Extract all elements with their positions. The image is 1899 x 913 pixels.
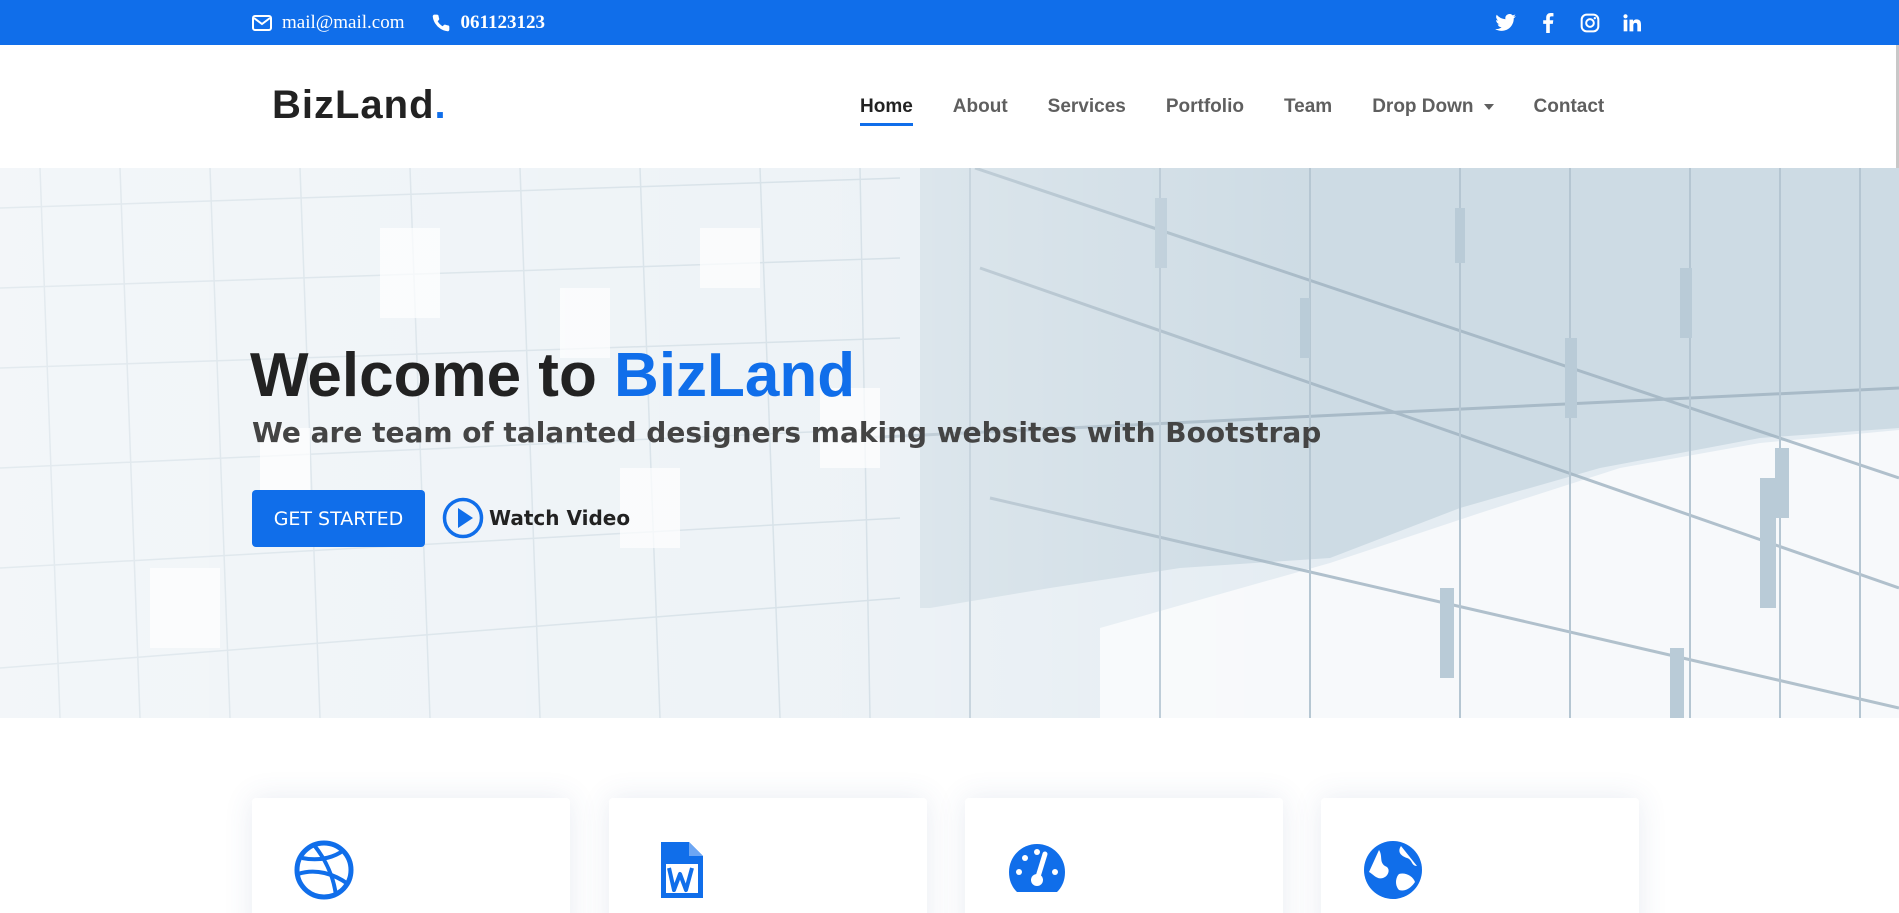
nav-services[interactable]: Services: [1048, 88, 1126, 126]
hero-title-brand: BizLand: [614, 341, 856, 410]
contact-info: mail@mail.com 061123123: [252, 0, 571, 45]
logo-dot: .: [434, 83, 447, 127]
dribbble-icon: [294, 840, 354, 900]
phone-text[interactable]: 061123123: [461, 12, 545, 34]
nav-dropdown[interactable]: Drop Down: [1372, 88, 1494, 126]
nav-about[interactable]: About: [953, 88, 1008, 126]
play-circle-icon: [442, 497, 484, 539]
facebook-icon[interactable]: [1536, 11, 1560, 35]
featured-services: [0, 718, 1899, 913]
nav-team[interactable]: Team: [1284, 88, 1332, 126]
nav-contact[interactable]: Contact: [1534, 88, 1605, 126]
site-header: BizLand. Home About Services Portfolio T…: [0, 45, 1899, 168]
nav-dropdown-label: Drop Down: [1372, 95, 1474, 117]
get-started-button[interactable]: GET STARTED: [252, 490, 425, 547]
main-nav: Home About Services Portfolio Team Drop …: [860, 45, 1644, 168]
phone-contact[interactable]: 061123123: [431, 12, 545, 34]
hero-section: Welcome to BizLand We are team of talant…: [0, 168, 1899, 718]
envelope-icon: [252, 14, 272, 31]
linkedin-icon[interactable]: [1620, 11, 1644, 35]
social-links: [1494, 0, 1662, 45]
email-contact[interactable]: mail@mail.com: [252, 12, 405, 34]
hero-title: Welcome to BizLand: [250, 340, 855, 411]
hero-title-prefix: Welcome to: [250, 341, 615, 410]
service-card[interactable]: [1321, 798, 1639, 913]
twitter-icon[interactable]: [1494, 11, 1518, 35]
speedometer-icon: [1009, 844, 1065, 892]
email-text[interactable]: mail@mail.com: [282, 12, 405, 34]
globe-icon: [1364, 841, 1422, 899]
service-card[interactable]: [965, 798, 1283, 913]
hero-subtitle: We are team of talanted designers making…: [252, 416, 1322, 449]
watch-video-button[interactable]: Watch Video: [442, 497, 630, 539]
nav-home[interactable]: Home: [860, 88, 913, 126]
instagram-icon[interactable]: [1578, 11, 1602, 35]
nav-portfolio[interactable]: Portfolio: [1166, 88, 1244, 126]
service-card[interactable]: [609, 798, 927, 913]
site-logo[interactable]: BizLand.: [272, 83, 447, 128]
service-card[interactable]: [252, 798, 570, 913]
watch-video-label: Watch Video: [489, 506, 631, 530]
phone-icon: [432, 14, 449, 31]
caret-down-icon: [1483, 103, 1494, 110]
word-file-icon: [661, 842, 703, 898]
top-info-bar: mail@mail.com 061123123: [0, 0, 1899, 45]
logo-text[interactable]: BizLand: [272, 83, 435, 127]
